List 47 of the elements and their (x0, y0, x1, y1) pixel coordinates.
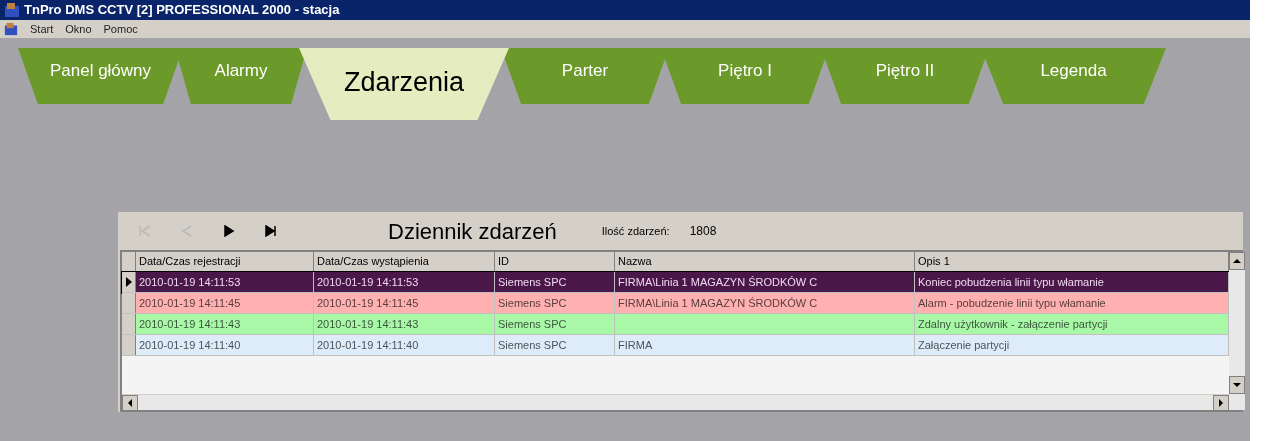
nav-last-button[interactable] (264, 224, 278, 238)
nav-next-button[interactable] (222, 224, 236, 238)
table-row[interactable]: 2010-01-19 14:11:43 2010-01-19 14:11:43 Siemens SPC Zdalny użytkownik - załączenie partycji (122, 314, 1229, 335)
scroll-right-button[interactable] (1213, 395, 1229, 411)
table-cell-text: Koniec pobudzenia linii typu włamanie (918, 274, 1104, 290)
table-cell-text: FIRMA (618, 337, 653, 353)
table-cell-text: Siemens SPC (498, 316, 567, 332)
window-title: TnPro DMS CCTV [2] PROFESSIONAL 2000 - stacja (24, 1, 340, 20)
scroll-down-button[interactable] (1229, 376, 1245, 394)
menu-item[interactable]: Start (30, 20, 54, 38)
table-cell-text: Zdalny użytkownik - załączenie partycji (918, 316, 1108, 332)
table-cell-text: 2010-01-19 14:11:45 (317, 295, 419, 311)
tab[interactable]: Zdarzenia (299, 48, 509, 120)
count-value: 1808 (689, 223, 717, 240)
app-icon (4, 22, 18, 36)
count-label: Ilość zdarzeń: (601, 223, 670, 239)
scroll-up-button[interactable] (1229, 252, 1245, 270)
scroll-left-button[interactable] (122, 395, 138, 411)
app-icon (4, 2, 20, 18)
menu-item[interactable]: Okno (65, 20, 92, 38)
table-cell-text: Alarm - pobudzenie linii typu włamanie (918, 295, 1106, 311)
table-row[interactable]: 2010-01-19 14:11:53 2010-01-19 14:11:53 Siemens SPC FIRMA\Linia 1 MAGAZYN ŚRODKÓW C Koniec pobudzenia linii typu włamanie (122, 272, 1229, 293)
table-cell-text: FIRMA\Linia 1 MAGAZYN ŚRODKÓW C (618, 274, 818, 290)
menu-item[interactable]: Pomoc (103, 20, 138, 38)
table-cell-text: Siemens SPC (498, 274, 567, 290)
table-cell-text: 2010-01-19 14:11:40 (139, 337, 241, 353)
horizontal-scrollbar[interactable] (122, 394, 1229, 410)
table-cell-text: 2010-01-19 14:11:45 (139, 295, 241, 311)
table-cell-text: FIRMA\Linia 1 MAGAZYN ŚRODKÓW C (618, 295, 818, 311)
table-cell-text: 2010-01-19 14:11:43 (317, 316, 419, 332)
down-arrow-icon (1233, 382, 1241, 388)
log-title: Dziennik zdarzeń (388, 217, 557, 246)
table-cell-text: Siemens SPC (498, 295, 567, 311)
table-row[interactable]: 2010-01-19 14:11:45 2010-01-19 14:11:45 Siemens SPC FIRMA\Linia 1 MAGAZYN ŚRODKÓW C Alarm - pobudzenie linii typu włamanie (122, 293, 1229, 314)
table-cell-text: 2010-01-19 14:11:53 (317, 274, 419, 290)
table-cell-text: 2010-01-19 14:11:53 (139, 274, 241, 290)
up-arrow-icon (1233, 258, 1241, 264)
table-cell-text: Siemens SPC (498, 337, 567, 353)
table-cell-text: Załączenie partycji (918, 337, 1010, 353)
row-selector[interactable] (122, 272, 136, 292)
table-cell-text: 2010-01-19 14:11:40 (317, 337, 419, 353)
table-row[interactable]: 2010-01-19 14:11:40 2010-01-19 14:11:40 Siemens SPC FIRMA Załączenie partycji (122, 335, 1229, 356)
left-arrow-icon (127, 399, 133, 407)
vertical-scrollbar[interactable] (1229, 252, 1245, 410)
current-row-icon (125, 277, 132, 287)
right-arrow-icon (1218, 399, 1224, 407)
table-cell-text: 2010-01-19 14:11:43 (139, 316, 241, 332)
